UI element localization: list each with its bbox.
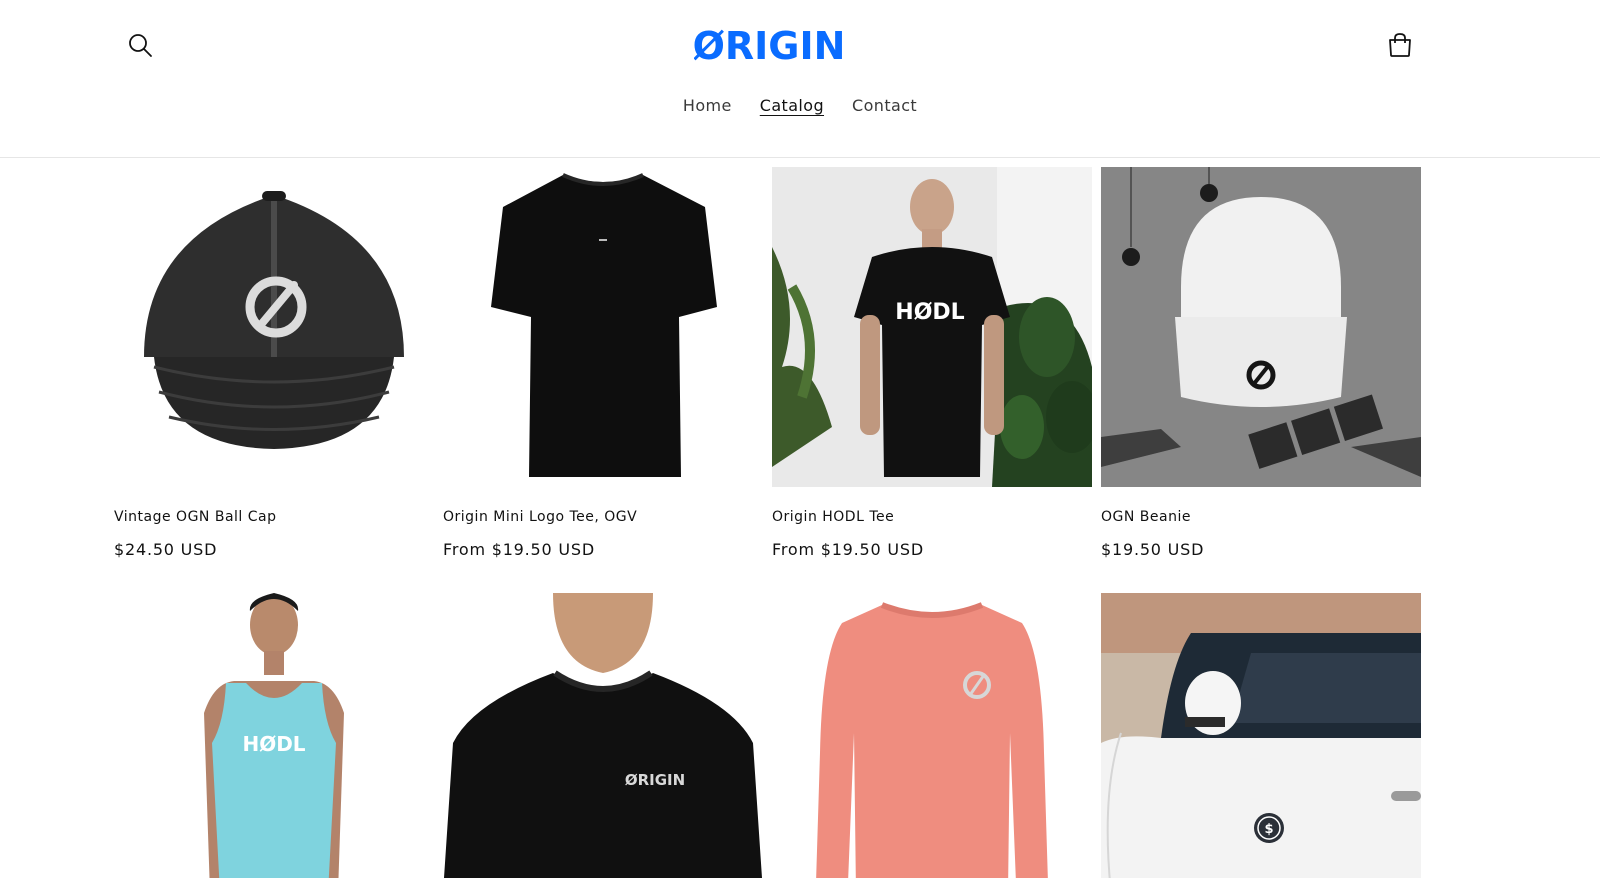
- product-title[interactable]: Origin Mini Logo Tee, OGV: [443, 509, 637, 525]
- product-card[interactable]: [772, 593, 1092, 878]
- hodl-tee-image: HØDL: [772, 167, 1092, 487]
- beanie-image: [1101, 167, 1421, 487]
- origin-print: ØRIGIN: [625, 771, 685, 789]
- nav-catalog[interactable]: Catalog: [760, 96, 824, 115]
- search-icon: [129, 34, 152, 57]
- search-button[interactable]: [122, 27, 158, 63]
- product-card[interactable]: Origin Mini Logo Tee, OGV From $19.50 US…: [443, 167, 763, 559]
- product-image[interactable]: [1101, 167, 1421, 487]
- product-image[interactable]: HØDL: [772, 167, 1092, 487]
- cap-image: [114, 167, 434, 487]
- product-card[interactable]: HØDL Origin HODL Tee From $19.50 USD: [772, 167, 1092, 559]
- product-price: From $19.50 USD: [443, 540, 595, 559]
- coral-sweatshirt-image: [772, 593, 1092, 878]
- black-sweatshirt-image: ØRIGIN: [443, 593, 763, 878]
- product-title[interactable]: OGN Beanie: [1101, 509, 1191, 525]
- product-card[interactable]: ØRIGIN: [443, 593, 763, 878]
- tank-image: HØDL: [114, 593, 434, 878]
- nav-contact[interactable]: Contact: [852, 96, 917, 115]
- site-logo[interactable]: ØRIGIN: [694, 22, 844, 68]
- hodl-print: HØDL: [895, 300, 964, 325]
- product-image[interactable]: HØDL: [114, 593, 434, 878]
- product-image[interactable]: ØRIGIN: [443, 593, 763, 878]
- product-title[interactable]: Origin HODL Tee: [772, 509, 894, 525]
- site-header: ØRIGIN Home Catalog Contact: [0, 0, 1600, 158]
- main-nav: Home Catalog Contact: [0, 96, 1600, 115]
- nav-home[interactable]: Home: [683, 96, 732, 115]
- cart-icon: [1389, 33, 1411, 57]
- product-image[interactable]: [114, 167, 434, 487]
- product-price: $19.50 USD: [1101, 540, 1205, 559]
- product-card[interactable]: OGN Beanie $19.50 USD: [1101, 167, 1421, 559]
- product-price: $24.50 USD: [114, 540, 218, 559]
- dollar-print: $: [1264, 822, 1273, 837]
- product-image[interactable]: $: [1101, 593, 1421, 878]
- logo-text: ØRIGIN: [694, 24, 844, 68]
- car-sticker-image: $: [1101, 593, 1421, 878]
- cart-button[interactable]: [1382, 27, 1418, 63]
- product-card[interactable]: HØDL: [114, 593, 434, 878]
- product-title[interactable]: Vintage OGN Ball Cap: [114, 509, 277, 525]
- product-image[interactable]: [443, 167, 763, 487]
- product-card[interactable]: $: [1101, 593, 1421, 878]
- product-image[interactable]: [772, 593, 1092, 878]
- product-card[interactable]: Vintage OGN Ball Cap $24.50 USD: [114, 167, 434, 559]
- hodl-print: HØDL: [242, 732, 305, 756]
- tee-image: [443, 167, 763, 487]
- product-price: From $19.50 USD: [772, 540, 924, 559]
